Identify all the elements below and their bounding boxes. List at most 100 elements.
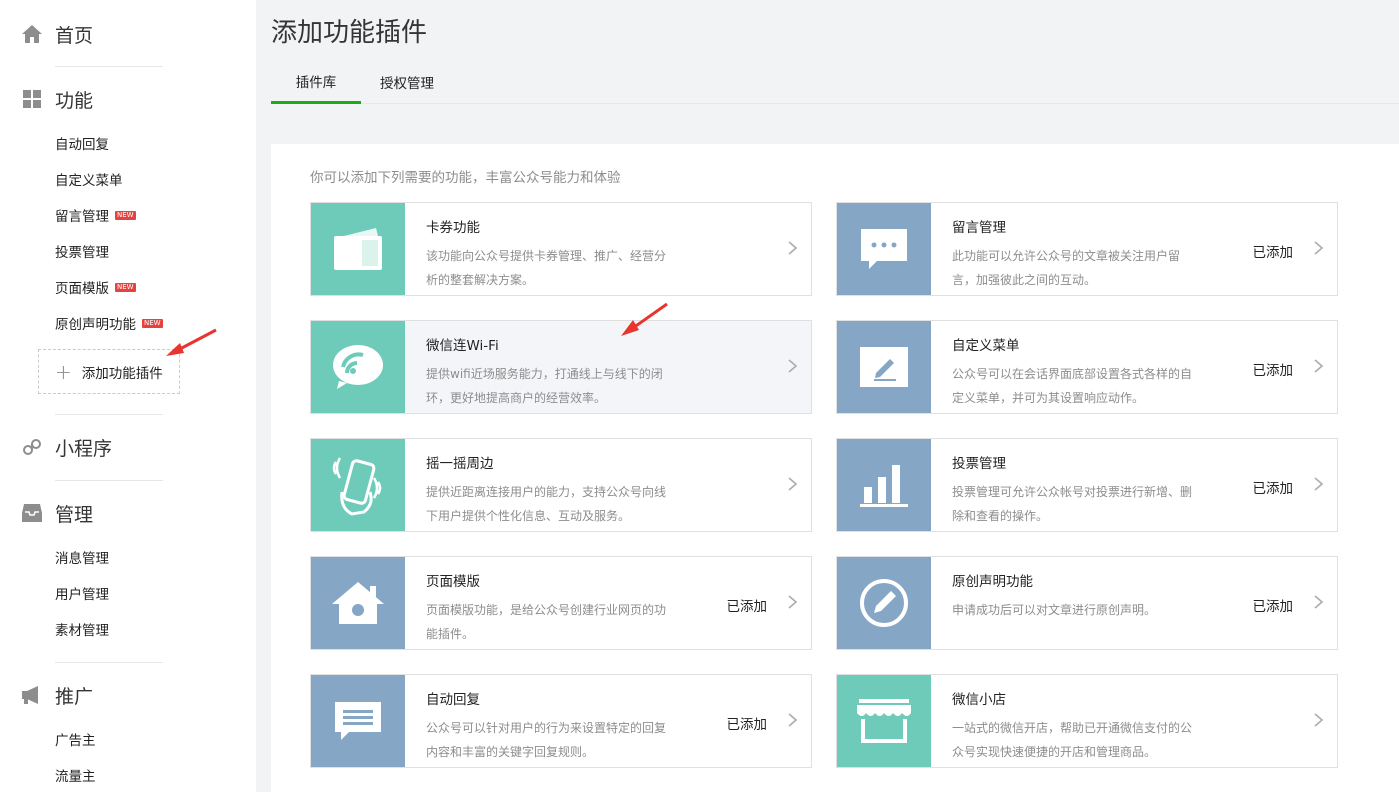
plugin-desc: 页面模版功能，是给公众号创建行业网页的功能插件。 <box>426 603 667 641</box>
add-plugin-button[interactable]: + 添加功能插件 <box>38 349 180 394</box>
edit-icon <box>860 347 908 387</box>
mini-program-icon <box>22 437 42 457</box>
plugin-thumb <box>311 203 405 295</box>
sidebar-item-messages[interactable]: 消息管理 <box>55 548 109 567</box>
plugin-thumb <box>311 439 405 531</box>
tab-label: 授权管理 <box>380 76 434 92</box>
nav-promote-label: 推广 <box>55 685 94 708</box>
plugin-card-votes[interactable]: 投票管理 投票管理可允许公众帐号对投票进行新增、删除和查看的操作。 已添加 <box>836 438 1338 532</box>
chevron-right-icon <box>1314 713 1323 727</box>
wifi-icon <box>333 345 383 389</box>
plugin-thumb <box>311 557 405 649</box>
plugin-desc: 提供近距离连接用户的能力，支持公众号向线下用户提供个性化信息、互动及服务。 <box>426 485 667 523</box>
chevron-right-icon <box>1314 241 1323 255</box>
chevron-right-icon <box>1314 359 1323 373</box>
nav-mini-program[interactable]: 小程序 <box>22 435 113 460</box>
nav-home[interactable]: 首页 <box>22 22 94 47</box>
home-icon <box>332 582 384 624</box>
new-badge: NEW <box>115 210 136 220</box>
plugin-card-original[interactable]: 原创声明功能 申请成功后可以对文章进行原创声明。 已添加 <box>836 556 1338 650</box>
plugin-thumb <box>837 439 931 531</box>
sidebar-item-label: 用户管理 <box>55 587 109 603</box>
plugin-panel: 你可以添加下列需要的功能，丰富公众号能力和体验 卡券功能 该功能向公众号提供卡券… <box>271 144 1399 792</box>
nav-manage[interactable]: 管理 <box>22 501 93 526</box>
plugin-desc: 一站式的微信开店，帮助已开通微信支付的公众号实现快速便捷的开店和管理商品。 <box>952 721 1193 759</box>
sidebar-item-label: 素材管理 <box>55 623 109 639</box>
sidebar-item-advertiser[interactable]: 广告主 <box>55 730 96 749</box>
plugin-card-auto-reply[interactable]: 自动回复 公众号可以针对用户的行为来设置特定的回复内容和丰富的关键字回复规则。 … <box>310 674 812 768</box>
sidebar-item-label: 广告主 <box>55 733 96 749</box>
message-icon <box>335 702 381 740</box>
bar-chart-icon <box>860 465 908 507</box>
sidebar-item-label: 页面模版 <box>55 281 109 297</box>
plugin-desc: 投票管理可允许公众帐号对投票进行新增、删除和查看的操作。 <box>952 485 1193 523</box>
plugin-desc: 提供wifi近场服务能力，打通线上与线下的闭环，更好地提高商户的经营效率。 <box>426 367 663 405</box>
chevron-right-icon <box>1314 595 1323 609</box>
panel-hint: 你可以添加下列需要的功能，丰富公众号能力和体验 <box>310 170 621 186</box>
sidebar-item-users[interactable]: 用户管理 <box>55 584 109 603</box>
add-plugin-label: 添加功能插件 <box>81 365 163 382</box>
nav-home-label: 首页 <box>55 24 94 47</box>
plugin-status: 已添加 <box>726 599 768 615</box>
plugin-name: 微信小店 <box>952 692 1006 708</box>
nav-promote[interactable]: 推广 <box>22 683 94 708</box>
plugin-desc: 该功能向公众号提供卡券管理、推广、经营分析的整套解决方案。 <box>426 249 667 287</box>
page-title: 添加功能插件 <box>271 18 428 48</box>
plugin-desc: 公众号可以在会话界面底部设置各式各样的自定义菜单，并可为其设置响应动作。 <box>952 367 1193 405</box>
sidebar-item-page-template[interactable]: 页面模版 NEW <box>55 278 136 297</box>
sidebar-item-comments[interactable]: 留言管理 NEW <box>55 206 136 225</box>
plugin-desc: 此功能可以允许公众号的文章被关注用户留言，加强彼此之间的互动。 <box>952 249 1181 287</box>
sidebar-item-label: 留言管理 <box>55 209 109 225</box>
plugin-status: 已添加 <box>1252 481 1294 497</box>
plugin-card-coupon[interactable]: 卡券功能 该功能向公众号提供卡券管理、推广、经营分析的整套解决方案。 <box>310 202 812 296</box>
sidebar-item-publisher[interactable]: 流量主 <box>55 766 96 785</box>
nav-features-label: 功能 <box>55 89 94 112</box>
sidebar-item-votes[interactable]: 投票管理 <box>55 242 109 261</box>
nav-features[interactable]: 功能 <box>22 87 94 112</box>
plugin-thumb <box>311 321 405 413</box>
plugin-name: 原创声明功能 <box>952 574 1033 590</box>
tab-plugin-library[interactable]: 插件库 <box>271 60 361 104</box>
plugin-name: 投票管理 <box>952 456 1006 472</box>
inbox-icon <box>22 503 42 523</box>
plugin-desc: 公众号可以针对用户的行为来设置特定的回复内容和丰富的关键字回复规则。 <box>426 721 667 759</box>
new-badge: NEW <box>115 282 136 292</box>
plugin-card-comments[interactable]: 留言管理 此功能可以允许公众号的文章被关注用户留言，加强彼此之间的互动。 已添加 <box>836 202 1338 296</box>
sidebar-item-custom-menu[interactable]: 自定义菜单 <box>55 170 123 189</box>
sidebar-item-auto-reply[interactable]: 自动回复 <box>55 134 109 153</box>
sidebar-item-original[interactable]: 原创声明功能 NEW <box>55 314 163 333</box>
chevron-right-icon <box>788 241 797 255</box>
divider <box>55 480 163 481</box>
megaphone-icon <box>22 685 42 705</box>
sidebar: 首页 功能 自动回复 自定义菜单 留言管理 NEW 投票管理 页面模版 NEW 原创… <box>0 0 256 792</box>
plugin-status: 已添加 <box>1252 599 1294 615</box>
plus-icon: + <box>55 359 72 384</box>
plugin-card-shake[interactable]: 摇一摇周边 提供近距离连接用户的能力，支持公众号向线下用户提供个性化信息、互动及… <box>310 438 812 532</box>
plugin-name: 自定义菜单 <box>952 338 1020 354</box>
comment-icon <box>861 229 907 269</box>
sidebar-item-materials[interactable]: 素材管理 <box>55 620 109 639</box>
plugin-thumb <box>311 675 405 767</box>
home-icon <box>22 24 42 44</box>
card-icon <box>334 228 382 270</box>
sidebar-item-label: 自动回复 <box>55 137 109 153</box>
plugin-card-page-template[interactable]: 页面模版 页面模版功能，是给公众号创建行业网页的功能插件。 已添加 <box>310 556 812 650</box>
plugin-thumb <box>837 321 931 413</box>
annotation-arrow-icon <box>166 328 217 356</box>
plugin-thumb <box>837 557 931 649</box>
tab-authorization[interactable]: 授权管理 <box>361 60 453 104</box>
sidebar-item-label: 自定义菜单 <box>55 173 123 189</box>
chevron-right-icon <box>788 595 797 609</box>
plugin-name: 摇一摇周边 <box>426 456 494 472</box>
plugin-card-custom-menu[interactable]: 自定义菜单 公众号可以在会话界面底部设置各式各样的自定义菜单，并可为其设置响应动… <box>836 320 1338 414</box>
plugin-card-shop[interactable]: 微信小店 一站式的微信开店，帮助已开通微信支付的公众号实现快速便捷的开店和管理商… <box>836 674 1338 768</box>
tab-label: 插件库 <box>295 74 337 91</box>
nav-mini-program-label: 小程序 <box>55 437 113 460</box>
chevron-right-icon <box>1314 477 1323 491</box>
sidebar-item-label: 消息管理 <box>55 551 109 567</box>
plugin-card-wifi[interactable]: 微信连Wi-Fi 提供wifi近场服务能力，打通线上与线下的闭环，更好地提高商户… <box>310 320 812 414</box>
plugin-name: 页面模版 <box>426 574 480 590</box>
grid-icon <box>22 89 42 109</box>
plugin-desc: 申请成功后可以对文章进行原创声明。 <box>952 603 1157 617</box>
sidebar-item-label: 原创声明功能 <box>55 317 136 333</box>
